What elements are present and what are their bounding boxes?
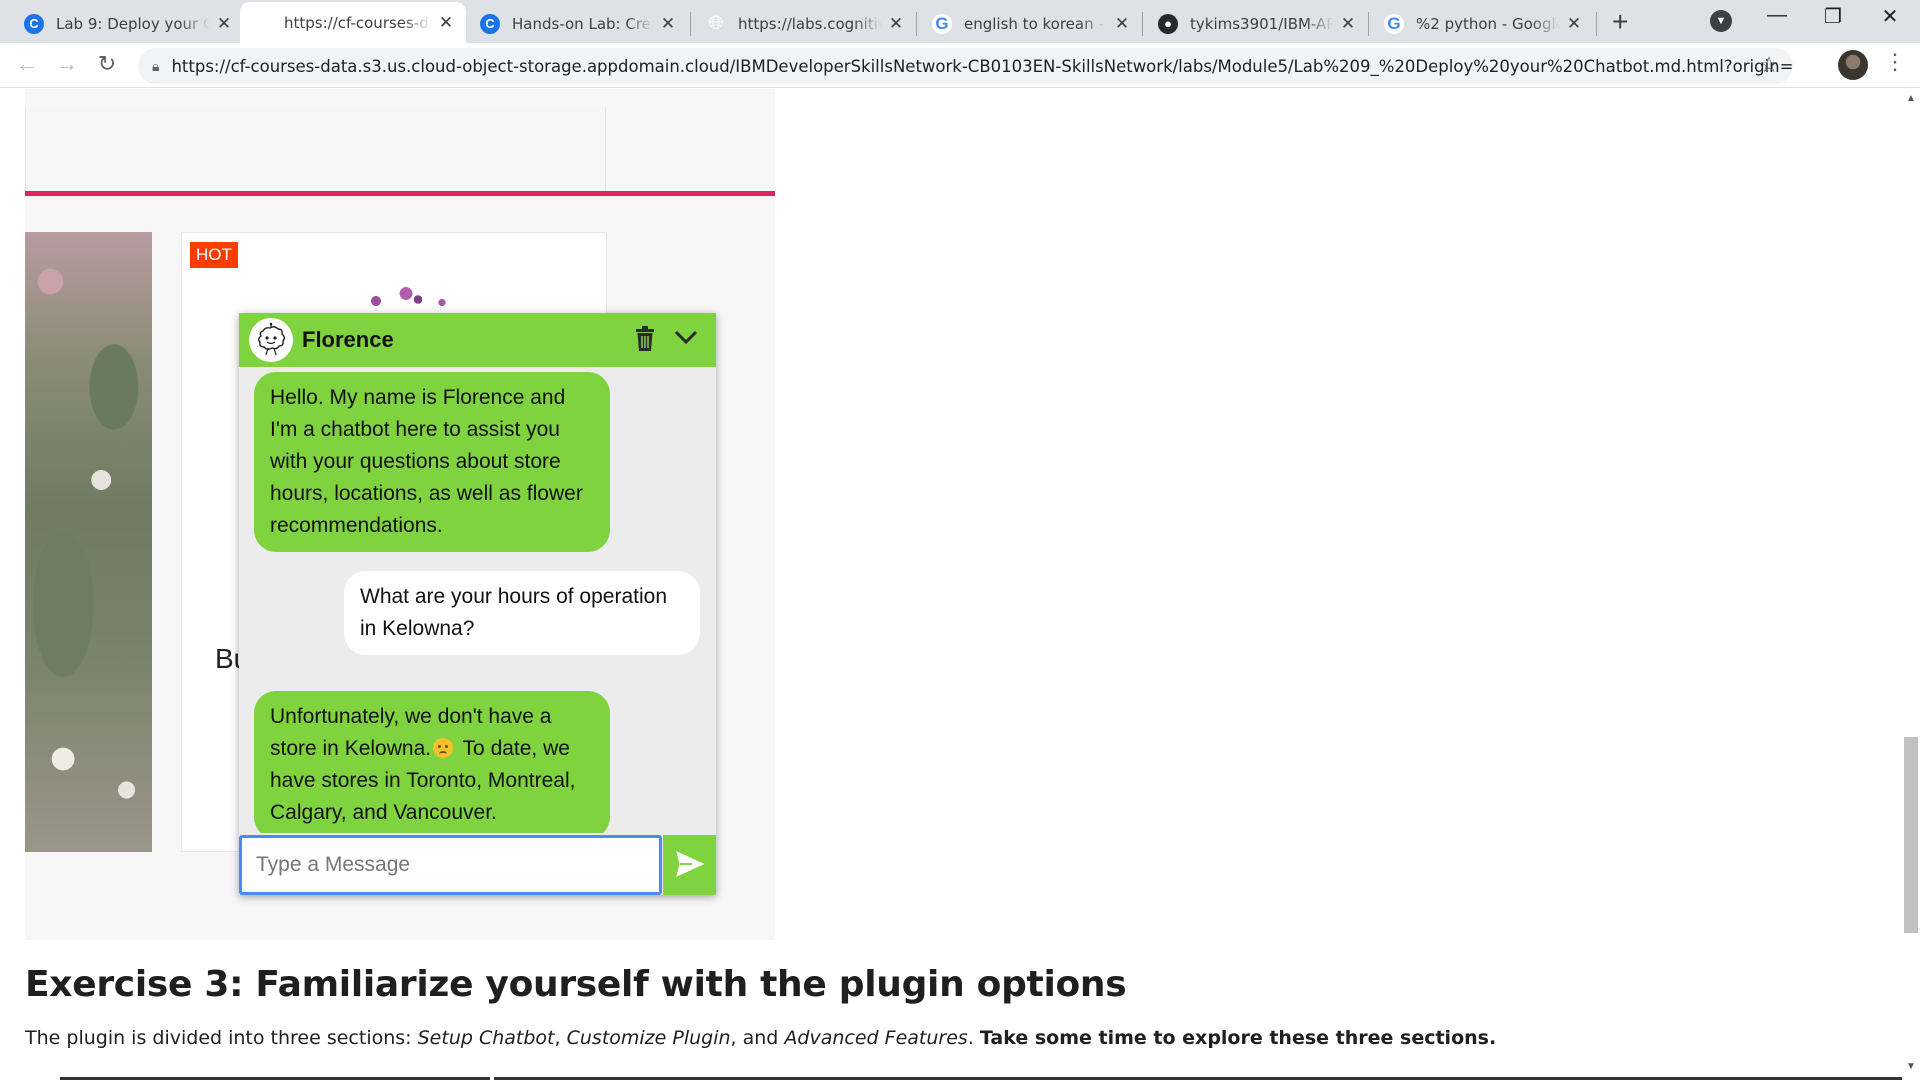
bot-message: Unfortunately, we don't have a store in … — [254, 691, 610, 839]
text-segment: The plugin is divided into three section… — [25, 1027, 418, 1049]
close-icon[interactable]: ✕ — [1338, 14, 1358, 34]
scroll-thumb[interactable] — [1904, 737, 1918, 933]
close-icon[interactable]: ✕ — [1564, 14, 1584, 34]
tab-title: %2 python - Google — [1416, 14, 1560, 33]
close-icon[interactable]: ✕ — [658, 14, 678, 34]
reload-icon[interactable]: ↻ — [92, 51, 122, 77]
close-icon[interactable]: ✕ — [886, 14, 906, 34]
browser-menu-icon[interactable]: ⋮ — [1884, 49, 1906, 75]
section-name: Advanced Features — [784, 1027, 968, 1049]
chatbot-widget: Florence Hello. My name is Florence and … — [239, 313, 716, 895]
github-icon: ● — [1158, 13, 1178, 34]
message-text: What are your hours of operation in Kelo… — [360, 585, 668, 640]
section-divider — [25, 191, 775, 196]
section-name: Setup Chatbot — [417, 1027, 555, 1049]
tab-lab9[interactable]: C Lab 9: Deploy your Ch ✕ — [12, 4, 244, 43]
chat-header: Florence — [239, 313, 716, 367]
coursera-icon: C — [480, 13, 500, 34]
tab-search-icon[interactable]: ▼ — [1710, 10, 1732, 32]
tab-title: https://cf-courses-data — [284, 13, 432, 32]
tab-cf-courses[interactable]: 🌐︎ https://cf-courses-data ✕ — [240, 2, 466, 43]
tab-title: english to korean - Go — [964, 14, 1108, 33]
product-image — [352, 283, 472, 313]
tab-title: tykims3901/IBM-APP — [1190, 14, 1334, 33]
text-segment: . — [967, 1027, 980, 1049]
chat-bot-name: Florence — [302, 327, 394, 352]
profile-avatar[interactable] — [1838, 50, 1868, 80]
close-icon[interactable]: ✕ — [214, 14, 234, 34]
hot-badge: HOT — [190, 242, 238, 268]
tab-python-google[interactable]: G %2 python - Google ✕ — [1372, 4, 1594, 43]
url-text[interactable]: https://cf-courses-data.s3.us.cloud-obje… — [171, 57, 1793, 76]
user-message: What are your hours of operation in Kelo… — [344, 571, 700, 655]
tab-hands-on-lab[interactable]: C Hands-on Lab: Creating ✕ — [468, 4, 688, 43]
tab-labs-cognitiveclass[interactable]: 🌐︎ https://labs.cognitiveclass ✕ — [694, 4, 916, 43]
page-content: HOT Bu Florence Hello. My name is Floren… — [0, 89, 1902, 1080]
bot-avatar-icon — [249, 318, 293, 362]
chat-message-list: Hello. My name is Florence and I'm a cha… — [239, 367, 716, 839]
coursera-icon: C — [24, 13, 44, 34]
tab-title: Hands-on Lab: Creating — [512, 14, 654, 33]
scroll-down-icon[interactable]: ▼ — [1906, 1061, 1916, 1072]
trash-icon[interactable] — [634, 326, 656, 357]
flower-image — [25, 232, 152, 852]
google-icon: G — [1384, 13, 1404, 34]
close-icon[interactable]: ✕ — [436, 13, 456, 33]
new-tab-icon[interactable]: + — [1612, 6, 1628, 38]
section-name: Customize Plugin — [566, 1027, 731, 1049]
scroll-up-icon[interactable]: ▲ — [1906, 93, 1916, 104]
chevron-down-icon[interactable] — [674, 329, 698, 350]
tab-github[interactable]: ● tykims3901/IBM-APP ✕ — [1146, 4, 1368, 43]
globe-icon: 🌐︎ — [708, 12, 724, 34]
exercise-description: The plugin is divided into three section… — [25, 1027, 1496, 1049]
tab-title: Lab 9: Deploy your Ch — [56, 14, 210, 33]
tab-title: https://labs.cognitiveclass — [738, 14, 882, 33]
google-icon: G — [932, 13, 952, 34]
chat-input-row — [239, 833, 716, 895]
exercise-heading: Exercise 3: Familiarize yourself with th… — [25, 964, 1127, 1005]
text-segment: , — [554, 1027, 567, 1049]
restore-icon[interactable]: ❐ — [1813, 4, 1853, 29]
message-text: Hello. My name is Florence and I'm a cha… — [270, 386, 583, 537]
globe-icon: 🌐︎ — [254, 11, 270, 33]
tab-strip: C Lab 9: Deploy your Ch ✕ 🌐︎ https://cf-… — [0, 0, 1920, 43]
window-close-icon[interactable]: ✕ — [1870, 4, 1910, 29]
minimize-icon[interactable]: — — [1757, 4, 1797, 27]
text-segment: , and — [730, 1027, 785, 1049]
forward-icon[interactable]: → — [52, 51, 82, 77]
send-button[interactable] — [663, 835, 716, 895]
close-icon[interactable]: ✕ — [1112, 14, 1132, 34]
page-scrollbar[interactable]: ▲ ▼ — [1902, 89, 1920, 1080]
bookmark-star-icon[interactable]: ☆ — [1759, 52, 1779, 78]
bot-message: Hello. My name is Florence and I'm a cha… — [254, 372, 610, 552]
frowning-face-icon — [433, 738, 454, 758]
product-card-top — [25, 107, 606, 192]
lock-icon[interactable]: 🔒︎ — [152, 58, 159, 75]
back-icon[interactable]: ← — [12, 51, 42, 77]
tab-english-to-korean[interactable]: G english to korean - Go ✕ — [920, 4, 1142, 43]
send-icon — [675, 850, 704, 880]
browser-toolbar: ← → ↻ 🔒︎ https://cf-courses-data.s3.us.c… — [0, 43, 1920, 88]
bold-instruction: Take some time to explore these three se… — [979, 1027, 1497, 1049]
address-bar[interactable]: 🔒︎ https://cf-courses-data.s3.us.cloud-o… — [138, 48, 1793, 84]
message-input[interactable] — [239, 835, 662, 895]
